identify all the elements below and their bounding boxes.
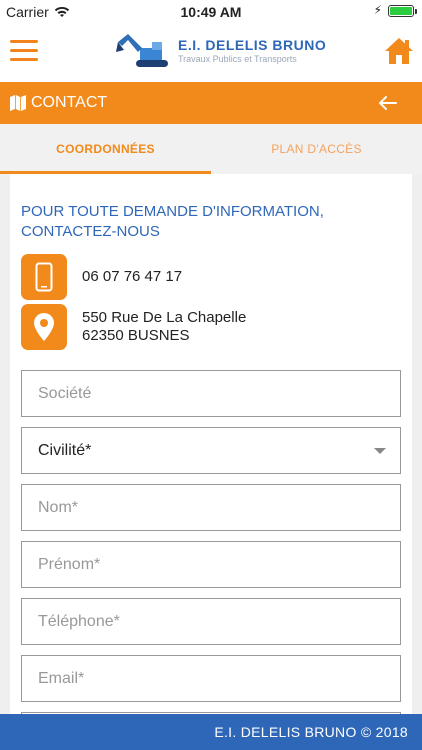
tab-bar: COORDONNÉES PLAN D'ACCÈS	[0, 124, 422, 174]
excavator-icon	[116, 34, 168, 67]
section-bar: CONTACT	[0, 82, 422, 124]
email-input[interactable]	[38, 669, 400, 688]
address-line-1: 550 Rue De La Chapelle	[82, 309, 247, 326]
address-line-2: 62350 BUSNES	[82, 327, 190, 344]
phone-field[interactable]	[21, 598, 401, 645]
contact-headline: POUR TOUTE DEMANDE D'INFORMATION, CONTAC…	[21, 203, 324, 240]
name-field[interactable]	[21, 484, 401, 531]
firstname-input[interactable]	[38, 555, 400, 574]
civility-value: Civilité*	[38, 441, 92, 459]
status-time: 10:49 AM	[180, 4, 242, 20]
footer-copyright: E.I. DELELIS BRUNO © 2018	[214, 724, 408, 740]
address-block: 550 Rue De La Chapelle 62350 BUSNES	[82, 309, 246, 345]
logo-subtitle: Travaux Publics et Transports	[178, 53, 297, 64]
tab-plan-acces[interactable]: PLAN D'ACCÈS	[211, 124, 422, 174]
firstname-field[interactable]	[21, 541, 401, 588]
battery-icon	[388, 5, 417, 17]
phone-icon	[21, 254, 67, 300]
company-field[interactable]	[21, 370, 401, 417]
section-title: CONTACT	[31, 94, 108, 111]
phone-row[interactable]: 06 07 76 47 17	[21, 254, 182, 300]
tab-coordonnees[interactable]: COORDONNÉES	[0, 124, 211, 174]
location-pin-icon	[21, 304, 67, 350]
status-bar: Carrier 10:49 AM ⚡	[0, 0, 422, 22]
civility-select[interactable]: Civilité*	[21, 427, 401, 474]
arrow-left-icon[interactable]	[376, 92, 398, 114]
phone-input[interactable]	[38, 612, 400, 631]
charging-icon: ⚡	[373, 3, 382, 17]
app-header: E.I. DELELIS BRUNO Travaux Publics et Tr…	[0, 22, 422, 82]
company-logo: E.I. DELELIS BRUNO Travaux Publics et Tr…	[114, 30, 326, 70]
name-input[interactable]	[38, 498, 400, 517]
home-icon[interactable]	[384, 36, 414, 66]
hamburger-icon[interactable]	[10, 40, 38, 62]
chevron-down-icon	[374, 448, 386, 454]
phone-number[interactable]: 06 07 76 47 17	[82, 268, 182, 286]
company-input[interactable]	[38, 384, 400, 403]
address-row: 550 Rue De La Chapelle 62350 BUSNES	[21, 304, 246, 350]
contact-card: POUR TOUTE DEMANDE D'INFORMATION, CONTAC…	[10, 174, 412, 714]
logo-title: E.I. DELELIS BRUNO	[178, 36, 327, 53]
footer: E.I. DELELIS BRUNO © 2018	[0, 714, 422, 750]
email-field[interactable]	[21, 655, 401, 702]
map-icon	[10, 95, 26, 111]
